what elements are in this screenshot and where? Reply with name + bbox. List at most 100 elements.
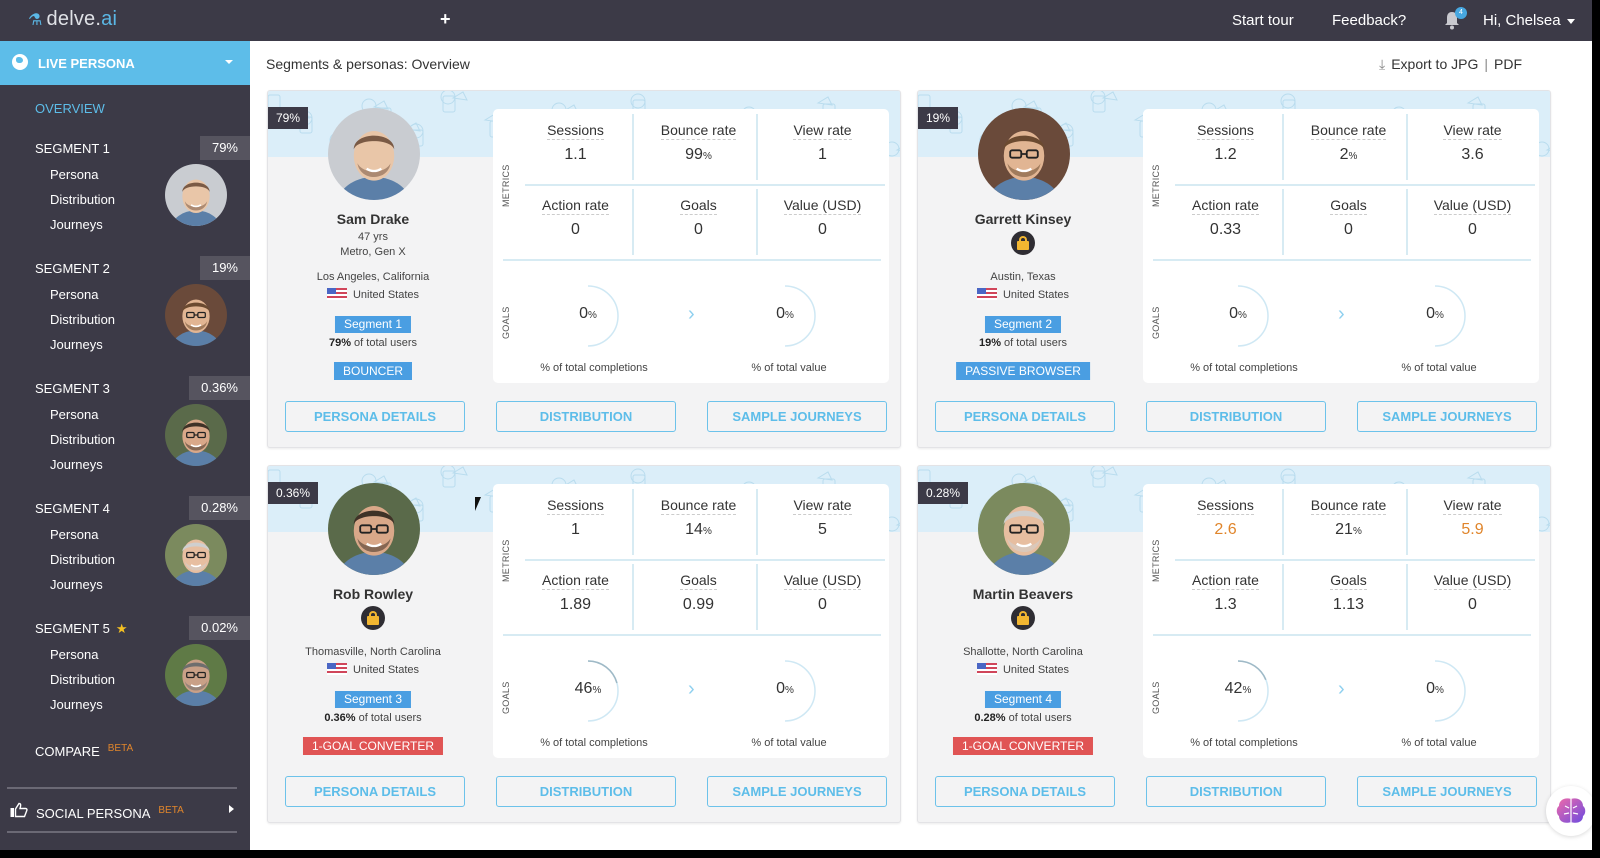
sidebar-segment-title[interactable]: SEGMENT 4 bbox=[35, 501, 110, 516]
persona-photo[interactable] bbox=[328, 108, 420, 200]
persona-summary: Rob Rowley Thomasville, North Carolina U… bbox=[268, 466, 478, 766]
metric-label[interactable]: Sessions bbox=[1197, 497, 1254, 515]
metric-label[interactable]: Bounce rate bbox=[660, 122, 737, 140]
metric-label[interactable]: Goals bbox=[1330, 572, 1367, 590]
metric-value: 1.89 bbox=[559, 596, 592, 613]
sidebar-item-persona[interactable]: Persona bbox=[50, 287, 98, 302]
segment-avatar[interactable] bbox=[165, 644, 227, 706]
segment-avatar[interactable] bbox=[165, 284, 227, 346]
metric-label[interactable]: Sessions bbox=[547, 122, 604, 140]
sidebar-segment-title[interactable]: SEGMENT 3 bbox=[35, 381, 110, 396]
segment-badge[interactable]: Segment 1 bbox=[334, 316, 412, 333]
value-label: % of total value bbox=[751, 362, 827, 374]
lock-icon[interactable] bbox=[1011, 606, 1035, 630]
sidebar-item-persona[interactable]: Persona bbox=[50, 647, 98, 662]
metric-view-rate: View rate 3.6 bbox=[1410, 122, 1535, 164]
metric-label[interactable]: View rate bbox=[793, 122, 852, 140]
metric-label[interactable]: Bounce rate bbox=[660, 497, 737, 515]
page-title: Segments & personas: Overview bbox=[266, 56, 470, 72]
metric-divider bbox=[1282, 189, 1284, 255]
metric-label[interactable]: Goals bbox=[680, 197, 717, 215]
ai-assistant-button[interactable] bbox=[1546, 786, 1592, 836]
start-tour-link[interactable]: Start tour bbox=[1232, 12, 1294, 29]
metric-label[interactable]: View rate bbox=[793, 497, 852, 515]
feedback-link[interactable]: Feedback? bbox=[1332, 12, 1406, 29]
metric-label[interactable]: Action rate bbox=[1192, 197, 1259, 215]
notification-count-badge: 4 bbox=[1455, 7, 1467, 19]
metric-label[interactable]: Goals bbox=[1330, 197, 1367, 215]
segment-badge[interactable]: Segment 2 bbox=[984, 316, 1062, 333]
metric-label[interactable]: Sessions bbox=[1197, 122, 1254, 140]
metric-action-rate: Action rate 1.3 bbox=[1163, 572, 1288, 614]
sidebar-item-persona[interactable]: Persona bbox=[50, 407, 98, 422]
sample-journeys-button[interactable]: SAMPLE JOURNEYS bbox=[707, 776, 887, 807]
sidebar-item-persona[interactable]: Persona bbox=[50, 167, 98, 182]
metric-label[interactable]: View rate bbox=[1443, 122, 1502, 140]
percent-sign: % bbox=[702, 151, 712, 162]
sidebar-item-distribution[interactable]: Distribution bbox=[50, 672, 115, 687]
persona-card: 0.36% Rob Rowley Thomasville, North Caro… bbox=[267, 465, 901, 823]
user-menu[interactable]: Hi, Chelsea bbox=[1483, 12, 1575, 29]
sidebar-item-journeys[interactable]: Journeys bbox=[50, 577, 103, 592]
metric-label[interactable]: Action rate bbox=[1192, 572, 1259, 590]
sidebar-segment-title[interactable]: SEGMENT 5 ★ bbox=[35, 621, 128, 637]
sidebar-item-journeys[interactable]: Journeys bbox=[50, 697, 103, 712]
lock-icon[interactable] bbox=[361, 606, 385, 630]
add-icon[interactable]: + bbox=[440, 9, 451, 30]
sidebar-item-distribution[interactable]: Distribution bbox=[50, 312, 115, 327]
segment-badge[interactable]: Segment 3 bbox=[334, 691, 412, 708]
logo[interactable]: ⚗ delve.ai bbox=[28, 8, 117, 31]
sample-journeys-button[interactable]: SAMPLE JOURNEYS bbox=[1357, 776, 1537, 807]
persona-details-button[interactable]: PERSONA DETAILS bbox=[935, 776, 1115, 807]
export-jpg-link[interactable]: Export to JPG bbox=[1391, 56, 1478, 72]
metric-label[interactable]: Action rate bbox=[542, 197, 609, 215]
sidebar-item-compare[interactable]: COMPARE BETA bbox=[35, 743, 133, 759]
metric-label[interactable]: Bounce rate bbox=[1310, 497, 1387, 515]
distribution-button[interactable]: DISTRIBUTION bbox=[496, 401, 676, 432]
persona-photo[interactable] bbox=[978, 483, 1070, 575]
metric-divider bbox=[1282, 114, 1284, 180]
persona-photo[interactable] bbox=[328, 483, 420, 575]
distribution-button[interactable]: DISTRIBUTION bbox=[496, 776, 676, 807]
segment-avatar[interactable] bbox=[165, 524, 227, 586]
metric-label[interactable]: Bounce rate bbox=[1310, 122, 1387, 140]
sidebar-item-distribution[interactable]: Distribution bbox=[50, 192, 115, 207]
distribution-button[interactable]: DISTRIBUTION bbox=[1146, 401, 1326, 432]
metric-label[interactable]: Action rate bbox=[542, 572, 609, 590]
persona-photo[interactable] bbox=[978, 108, 1070, 200]
sidebar-item-journeys[interactable]: Journeys bbox=[50, 337, 103, 352]
metric-value: 0 bbox=[571, 221, 580, 238]
segment-avatar[interactable] bbox=[165, 404, 227, 466]
bounce-value: 99 bbox=[685, 146, 703, 163]
us-flag-icon bbox=[326, 288, 347, 300]
live-persona-menu[interactable]: LIVE PERSONA bbox=[0, 41, 250, 85]
segment-avatar[interactable] bbox=[165, 164, 227, 226]
metric-label[interactable]: Value (USD) bbox=[783, 572, 862, 590]
metric-label[interactable]: Value (USD) bbox=[1433, 572, 1512, 590]
segment-badge[interactable]: Segment 4 bbox=[984, 691, 1062, 708]
persona-details-button[interactable]: PERSONA DETAILS bbox=[285, 776, 465, 807]
sidebar-item-journeys[interactable]: Journeys bbox=[50, 457, 103, 472]
total-value-value: 0 bbox=[1426, 680, 1435, 697]
sidebar-segment-title[interactable]: SEGMENT 2 bbox=[35, 261, 110, 276]
persona-details-button[interactable]: PERSONA DETAILS bbox=[935, 401, 1115, 432]
distribution-button[interactable]: DISTRIBUTION bbox=[1146, 776, 1326, 807]
export-pdf-link[interactable]: PDF bbox=[1494, 56, 1522, 72]
sidebar-item-persona[interactable]: Persona bbox=[50, 527, 98, 542]
metric-label[interactable]: Goals bbox=[680, 572, 717, 590]
sidebar-item-journeys[interactable]: Journeys bbox=[50, 217, 103, 232]
metric-label[interactable]: View rate bbox=[1443, 497, 1502, 515]
users-pct-value: 0.36% bbox=[324, 712, 356, 724]
metric-label[interactable]: Sessions bbox=[547, 497, 604, 515]
sidebar-item-overview[interactable]: OVERVIEW bbox=[35, 101, 105, 116]
lock-icon[interactable] bbox=[1011, 231, 1035, 255]
metric-label[interactable]: Value (USD) bbox=[1433, 197, 1512, 215]
sample-journeys-button[interactable]: SAMPLE JOURNEYS bbox=[707, 401, 887, 432]
sidebar-item-distribution[interactable]: Distribution bbox=[50, 552, 115, 567]
sidebar-segment-title[interactable]: SEGMENT 1 bbox=[35, 141, 110, 156]
persona-details-button[interactable]: PERSONA DETAILS bbox=[285, 401, 465, 432]
metric-label[interactable]: Value (USD) bbox=[783, 197, 862, 215]
sample-journeys-button[interactable]: SAMPLE JOURNEYS bbox=[1357, 401, 1537, 432]
sidebar-item-distribution[interactable]: Distribution bbox=[50, 432, 115, 447]
sidebar-item-social-persona[interactable]: SOCIAL PERSONA BETA bbox=[10, 802, 238, 821]
